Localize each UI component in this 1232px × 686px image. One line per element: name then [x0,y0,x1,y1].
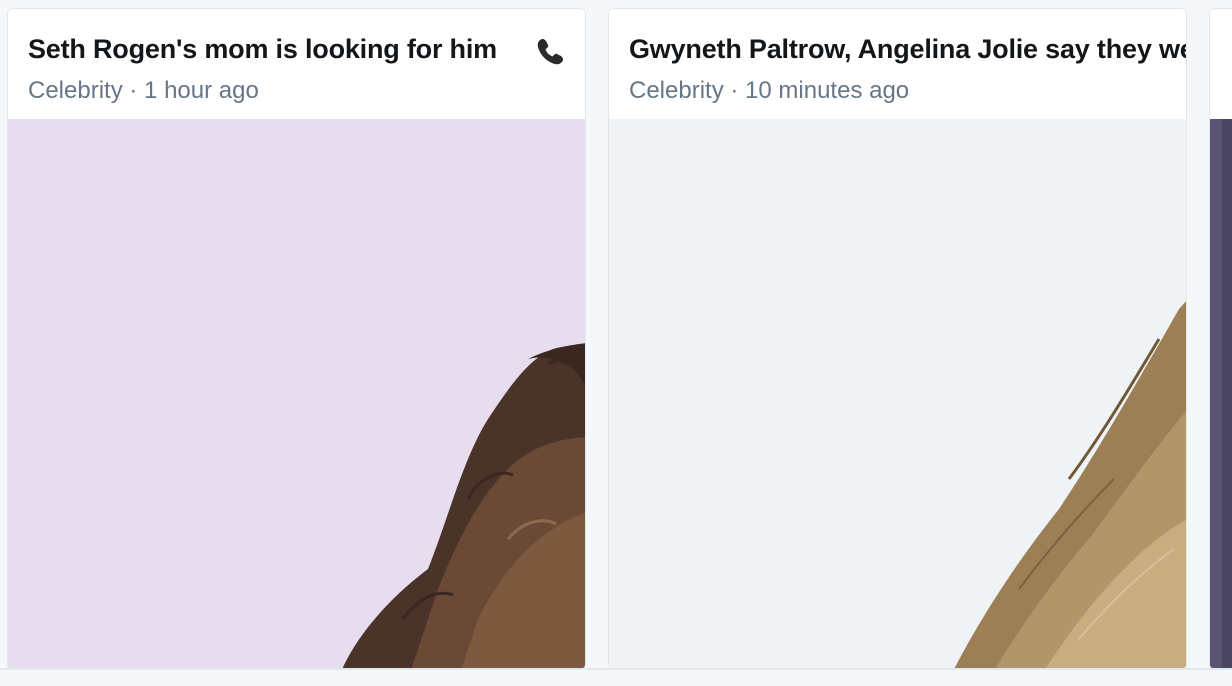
carousel-divider [0,668,1232,670]
card-category: Celebrity [629,77,724,104]
card-header: Gwyneth Paltrow, Angelina Jolie say they… [609,9,1186,119]
card-time: 10 minutes ago [745,77,910,104]
card-headline: Gwyneth Paltrow, Angelina Jolie say they… [629,34,1187,64]
telephone-receiver-icon [537,39,563,65]
meta-separator: · [129,77,138,104]
card-meta: Celebrity · 10 minutes ago [629,77,909,105]
card-thumbnail [609,119,1186,669]
moment-card[interactable]: Gwyneth Paltrow, Angelina Jolie say they… [608,8,1187,670]
moment-card[interactable] [1209,8,1232,670]
celebrity-photo [8,119,585,669]
card-meta: Celebrity · 1 hour ago [28,77,259,105]
card-headline: Seth Rogen's mom is looking for him [28,34,497,64]
celebrity-photo [609,119,1186,669]
meta-separator: · [730,77,739,104]
moments-carousel: Seth Rogen's mom is looking for him Cele… [0,0,1232,686]
card-time: 1 hour ago [144,77,259,104]
celebrity-photo [1210,119,1232,669]
card-thumbnail [8,119,585,669]
card-thumbnail [1210,119,1232,669]
card-header: Seth Rogen's mom is looking for him Cele… [8,9,585,119]
card-category: Celebrity [28,77,123,104]
card-header [1210,9,1232,119]
moment-card[interactable]: Seth Rogen's mom is looking for him Cele… [7,8,586,670]
